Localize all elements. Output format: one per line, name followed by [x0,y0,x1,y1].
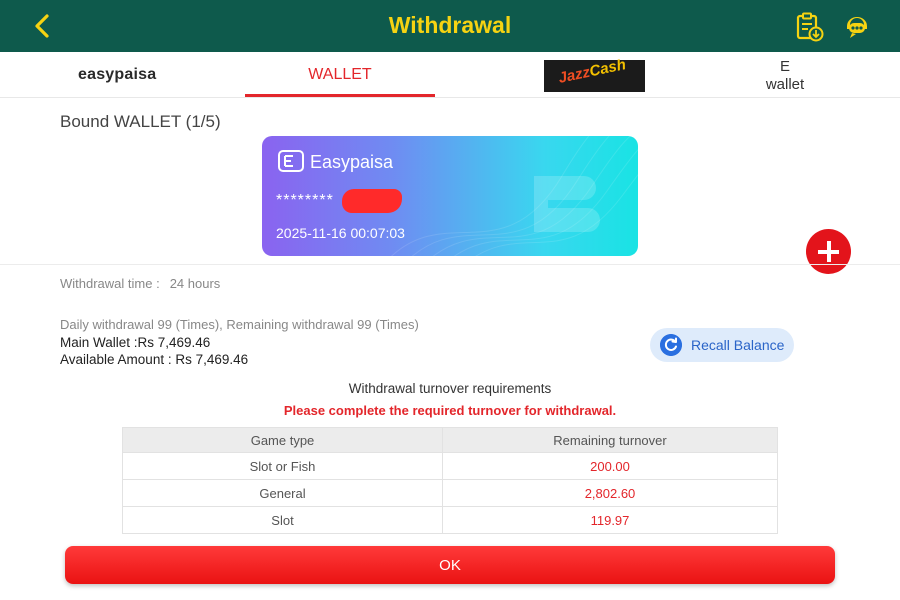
tab-easypaisa[interactable]: easypaisa [0,52,240,98]
ok-button-label: OK [439,557,461,574]
refresh-icon [660,334,682,356]
bound-wallet-title: Bound WALLET (1/5) [60,112,221,131]
tab-wallet[interactable]: WALLET [245,52,435,98]
payment-method-tabs: easypaisa WALLET JazzCash E wallet [0,52,900,98]
withdrawal-time-value: 24 hours [169,276,221,291]
table-row: General 2,802.60 [122,479,778,507]
turnover-warning: Please complete the required turnover fo… [283,403,617,418]
table-header-row: Game type Remaining turnover [122,427,778,453]
card-account-number: ******** [276,192,334,209]
ok-button[interactable]: OK [65,546,835,584]
game-type-cell: General [122,479,443,507]
game-type-cell: Slot or Fish [122,452,443,480]
withdrawal-time-label: Withdrawal time : [60,276,160,291]
withdrawal-time: Withdrawal time : 24 hours [60,276,220,291]
wallet-card[interactable]: Easypaisa ******** 2025-11-16 00:07:03 [262,136,638,256]
daily-withdrawal-info: Daily withdrawal 99 (Times), Remaining w… [60,317,419,332]
page-title: Withdrawal [388,12,512,38]
table-row: Slot or Fish 200.00 [122,452,778,480]
available-amount: Available Amount : Rs 7,469.46 [60,352,249,367]
tab-wallet-label: WALLET [308,66,372,83]
tab-jazzcash[interactable]: JazzCash [544,56,645,92]
column-header-remaining: Remaining turnover [442,427,778,453]
turnover-title: Withdrawal turnover requirements [348,381,552,396]
tab-ewallet-line2: wallet [765,76,805,93]
column-header-game-type: Game type [122,427,443,453]
turnover-table: Game type Remaining turnover Slot or Fis… [122,427,778,534]
game-type-cell: Slot [122,506,443,534]
easypaisa-watermark-icon [534,176,600,232]
active-tab-indicator [245,94,435,97]
header-bar: Withdrawal [0,0,900,52]
recall-balance-button[interactable]: Recall Balance [650,328,794,362]
chat-support-icon[interactable] [842,12,872,42]
add-wallet-button[interactable] [806,229,851,274]
redaction-mark [342,189,402,213]
jazzcash-logo: JazzCash [556,56,628,87]
remaining-turnover-cell: 2,802.60 [442,479,778,507]
card-bound-date: 2025-11-16 00:07:03 [276,225,405,241]
table-row: Slot 119.97 [122,506,778,534]
recall-balance-label: Recall Balance [691,337,785,353]
tab-ewallet-line1: E [779,58,790,75]
clipboard-download-icon[interactable] [794,12,824,42]
remaining-turnover-cell: 200.00 [442,452,778,480]
card-wallet-name: Easypaisa [310,152,394,172]
easypaisa-logo: easypaisa [78,66,157,83]
section-divider [0,264,900,265]
tab-ewallet[interactable]: E wallet [740,52,830,98]
main-wallet-balance: Main Wallet :Rs 7,469.46 [60,335,211,350]
wallet-logo-icon [278,150,304,172]
remaining-turnover-cell: 119.97 [442,506,778,534]
